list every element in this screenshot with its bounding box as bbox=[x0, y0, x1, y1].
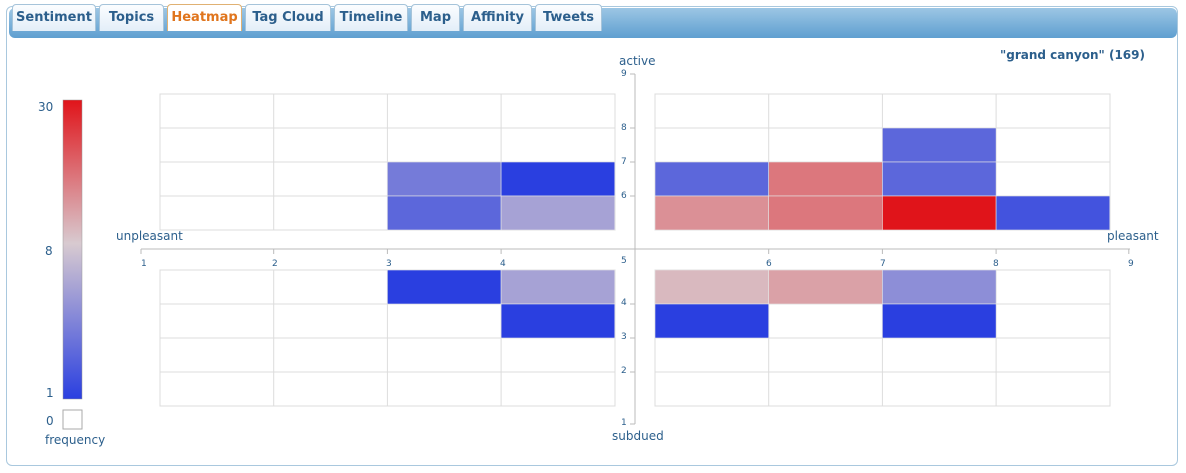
heatmap-cell bbox=[387, 161, 502, 197]
heatmap-cell bbox=[654, 269, 769, 305]
heatmap-cell bbox=[995, 195, 1111, 231]
legend-gradient-bar bbox=[62, 99, 83, 400]
legend-min-label: 1 bbox=[46, 386, 54, 400]
heatmap-cell bbox=[500, 195, 616, 231]
heatmap-cell bbox=[387, 269, 502, 305]
x-tick-label: 6 bbox=[766, 259, 772, 269]
heatmap-cell bbox=[768, 195, 883, 231]
heatmap-cell bbox=[768, 269, 883, 305]
x-tick-label: 2 bbox=[272, 259, 278, 269]
heatmap-cell bbox=[882, 195, 997, 231]
heatmap-cell bbox=[654, 161, 769, 197]
legend-max-label: 30 bbox=[38, 100, 54, 114]
y-tick-label-bottom: 1 bbox=[621, 418, 627, 428]
y-tick-label-center: 5 bbox=[621, 256, 627, 266]
heatmap-cell bbox=[654, 195, 769, 231]
heatmap-cell bbox=[882, 269, 997, 305]
heatmap-cell bbox=[768, 161, 883, 197]
x-axis-label-left: unpleasant bbox=[116, 229, 183, 243]
heatmap-cell bbox=[654, 303, 769, 339]
y-axis-label-bottom: subdued bbox=[612, 429, 664, 443]
heatmap-cell bbox=[387, 195, 502, 231]
y-tick-label: 3 bbox=[621, 332, 627, 342]
x-tick-label: 3 bbox=[386, 259, 392, 269]
heatmap-cell bbox=[882, 161, 997, 197]
y-tick-label: 2 bbox=[621, 366, 627, 376]
y-tick-label: 6 bbox=[621, 191, 627, 201]
y-axis-label-top: active bbox=[619, 54, 656, 68]
heatmap-cell bbox=[882, 127, 997, 163]
heatmap-cell bbox=[882, 303, 997, 339]
x-tick-label: 9 bbox=[1128, 259, 1134, 269]
legend-title: frequency bbox=[45, 433, 106, 447]
y-tick-label: 9 bbox=[621, 69, 627, 79]
x-tick-label: 4 bbox=[500, 259, 506, 269]
y-tick-label: 7 bbox=[621, 157, 627, 167]
legend-mid-label: 8 bbox=[45, 244, 53, 258]
x-tick-label: 8 bbox=[993, 259, 999, 269]
y-tick-label: 8 bbox=[621, 123, 627, 133]
legend-zero-label: 0 bbox=[46, 414, 54, 428]
heatmap-cell bbox=[500, 161, 616, 197]
heatmap-cell bbox=[500, 269, 616, 305]
x-tick-label: 1 bbox=[141, 259, 147, 269]
legend-zero-swatch bbox=[62, 409, 83, 430]
heatmap-cell bbox=[500, 303, 616, 339]
x-tick-label: 7 bbox=[880, 259, 886, 269]
x-axis-label-right: pleasant bbox=[1107, 229, 1159, 243]
y-tick-label: 4 bbox=[621, 298, 627, 308]
